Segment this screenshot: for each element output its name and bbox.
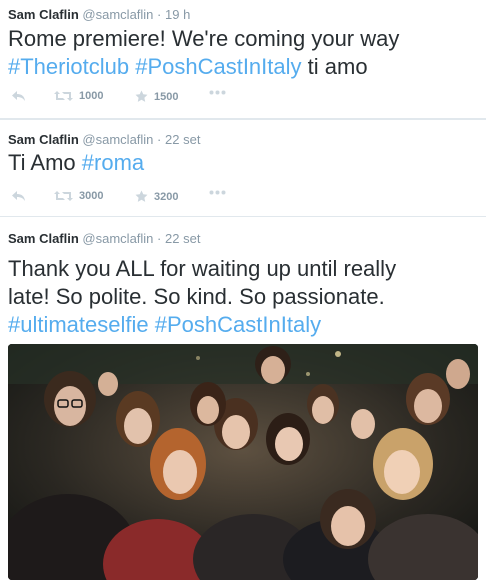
retweet-icon: [54, 191, 73, 201]
tweet-photo[interactable]: [8, 344, 478, 580]
tweet[interactable]: Sam Claflin @samclaflin · 22 set Thank y…: [0, 217, 486, 585]
author-username[interactable]: @samclaflin: [82, 231, 153, 246]
retweet-icon: [54, 91, 73, 101]
tweet-header: Sam Claflin @samclaflin · 19 h: [8, 7, 190, 22]
tweet[interactable]: Sam Claflin @samclaflin · 22 set Ti Amo …: [0, 119, 486, 217]
favorite-count: 3200: [154, 190, 179, 203]
hashtag-link[interactable]: #roma: [82, 150, 144, 175]
retweet-count: 1000: [79, 90, 104, 102]
retweet-button[interactable]: 1000: [54, 90, 103, 102]
tweet-actions: 1000 1500: [8, 90, 478, 108]
more-dots-icon: [209, 90, 226, 95]
separator-dot: ·: [157, 7, 162, 22]
reply-button[interactable]: [11, 190, 26, 202]
tweet-text: Ti Amo #roma: [8, 149, 478, 177]
reply-icon: [12, 191, 25, 201]
more-button[interactable]: [209, 190, 226, 195]
tweet-timestamp[interactable]: 22 set: [165, 231, 200, 246]
tweet-actions: 3000 3200: [8, 190, 478, 208]
author-name[interactable]: Sam Claflin: [8, 231, 79, 246]
hashtag-link[interactable]: #ultimateselfie: [8, 312, 149, 337]
tweet-text: Rome premiere! We're coming your way #Th…: [8, 25, 478, 81]
hashtag-link[interactable]: #PoshCastInItaly: [135, 54, 301, 79]
star-icon: [135, 190, 148, 202]
favorite-count: 1500: [154, 90, 179, 103]
separator-dot: ·: [157, 231, 162, 246]
favorite-button[interactable]: 3200: [135, 190, 178, 203]
author-name[interactable]: Sam Claflin: [8, 132, 79, 147]
hashtag-link[interactable]: #Theriotclub: [8, 54, 129, 79]
group-selfie-image: [8, 344, 478, 580]
tweet-timestamp[interactable]: 22 set: [165, 132, 200, 147]
tweet-text-line: late! So polite. So kind. So passionate.: [8, 284, 385, 309]
tweet-text-plain: ti amo: [307, 54, 368, 79]
reply-button[interactable]: [11, 90, 26, 102]
author-name[interactable]: Sam Claflin: [8, 7, 79, 22]
separator-dot: ·: [157, 132, 162, 147]
star-icon: [135, 90, 148, 102]
hashtag-link[interactable]: #PoshCastInItaly: [155, 312, 321, 337]
tweet-text-line: Thank you ALL for waiting up until reall…: [8, 256, 397, 281]
retweet-count: 3000: [79, 190, 104, 202]
more-dots-icon: [209, 190, 226, 195]
author-username[interactable]: @samclaflin: [82, 7, 153, 22]
retweet-button[interactable]: 3000: [54, 190, 103, 202]
tweet-text-plain: Rome premiere! We're coming your way: [8, 26, 400, 51]
author-username[interactable]: @samclaflin: [82, 132, 153, 147]
favorite-button[interactable]: 1500: [135, 90, 178, 103]
tweet-timestamp[interactable]: 19 h: [165, 7, 190, 22]
tweet-text-plain: Ti Amo: [8, 150, 76, 175]
tweet-header: Sam Claflin @samclaflin · 22 set: [8, 132, 200, 147]
tweet[interactable]: Sam Claflin @samclaflin · 19 h Rome prem…: [0, 0, 486, 119]
more-button[interactable]: [209, 90, 226, 95]
reply-icon: [12, 91, 25, 101]
tweet-header: Sam Claflin @samclaflin · 22 set: [8, 231, 200, 246]
tweet-text: Thank you ALL for waiting up until reall…: [8, 255, 478, 339]
